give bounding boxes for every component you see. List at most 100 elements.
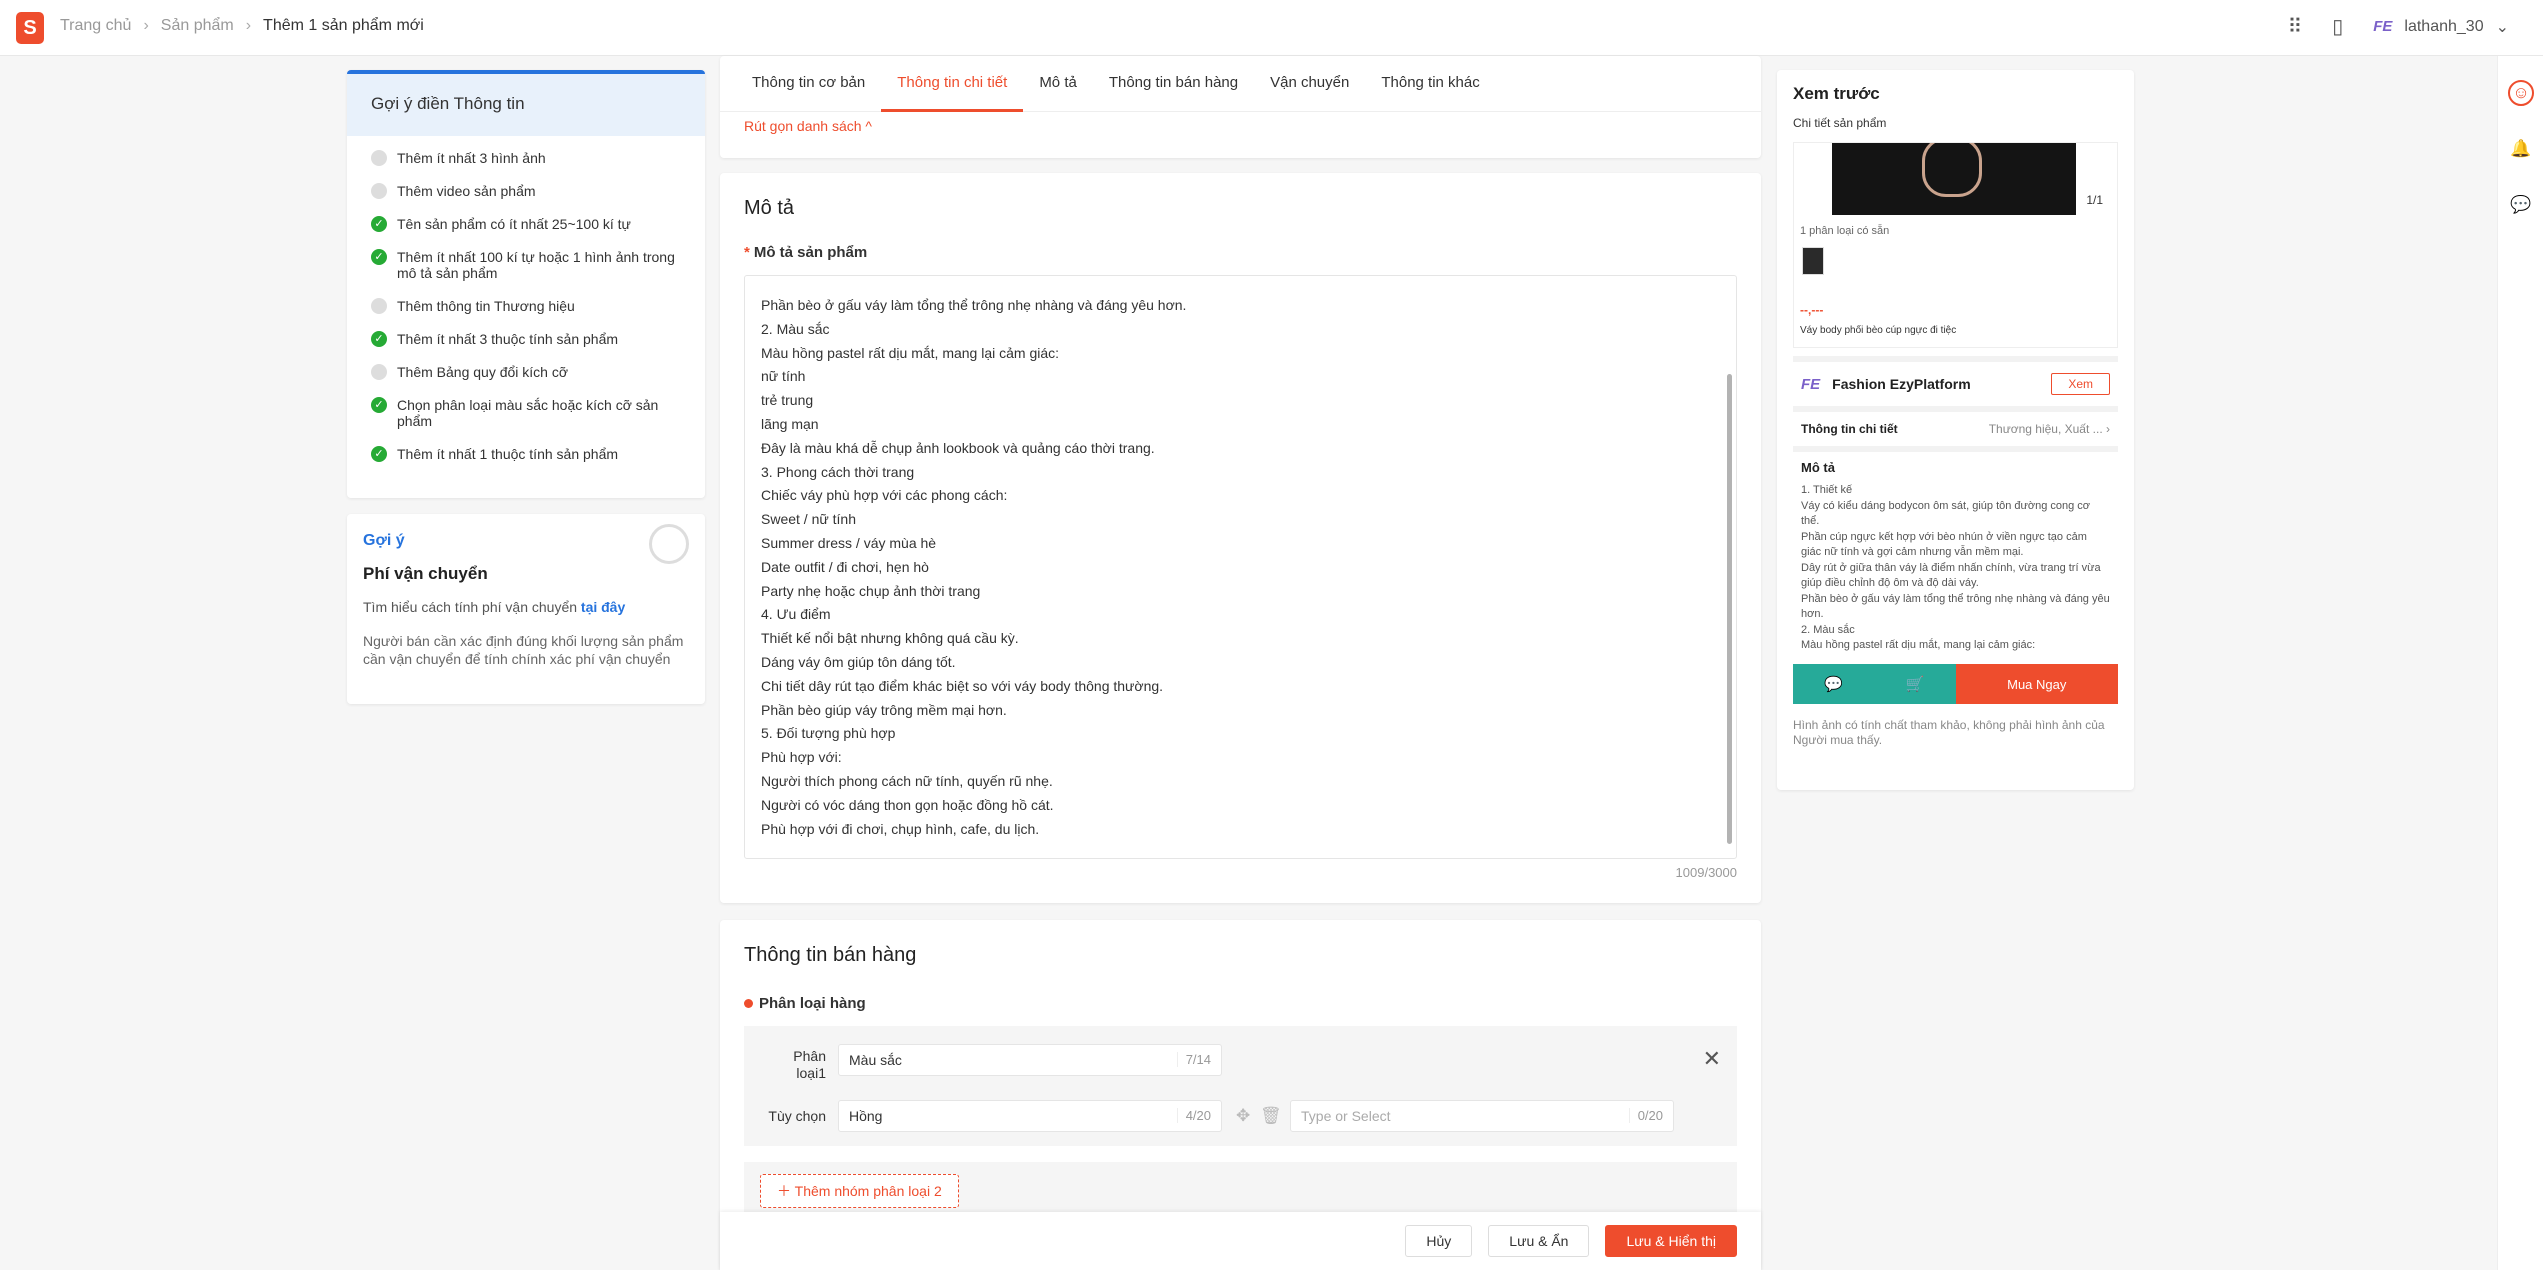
add-group-label: Thêm nhóm phân loại 2 bbox=[794, 1183, 942, 1199]
tab-0[interactable]: Thông tin cơ bản bbox=[736, 56, 881, 112]
preview-desc-line: 1. Thiết kế bbox=[1801, 484, 1853, 496]
sales-title: Thông tin bán hàng bbox=[744, 944, 917, 966]
hint-item-label: Tên sản phẩm có ít nhất 25~100 kí tự bbox=[397, 216, 631, 232]
description-title: Mô tả bbox=[744, 197, 795, 219]
description-line: Phù hợp với đi chơi, chụp hình, cafe, du… bbox=[761, 820, 1040, 837]
collapse-list-link[interactable]: Rút gọn danh sách ^ bbox=[720, 112, 1761, 140]
shop-name: Fashion EzyPlatform bbox=[1832, 376, 1971, 392]
save-hide-button[interactable]: Lưu & Ẩn bbox=[1488, 1225, 1590, 1257]
product-image bbox=[1832, 143, 2076, 215]
tab-bar: Thông tin cơ bản Thông tin chi tiết Mô tả T… bbox=[720, 56, 1761, 112]
breadcrumb-products[interactable]: Sản phẩm bbox=[161, 17, 234, 35]
option-label: Tùy chọn bbox=[768, 1108, 826, 1124]
description-line: Dáng váy ôm giúp tôn dáng tốt. bbox=[761, 653, 956, 670]
shop-logo: FE bbox=[1801, 375, 1821, 393]
variation-label-text: Phân loại hàng bbox=[759, 995, 866, 1012]
add-variation-group-button[interactable]: ＋ Thêm nhóm phân loại 2 bbox=[760, 1174, 959, 1208]
breadcrumb-current: Thêm 1 sản phẩm mới bbox=[263, 17, 424, 34]
fill-hints-panel: Gợi ý điền Thông tin Thêm ít nhất 3 hình… bbox=[347, 70, 705, 498]
hint-item: Thêm Bảng quy đổi kích cỡ bbox=[371, 364, 681, 380]
description-line: Summer dress / váy mùa hè bbox=[761, 534, 937, 551]
check-circle-icon: ✓ bbox=[371, 249, 387, 265]
check-circle-icon: ✓ bbox=[371, 446, 387, 462]
description-line: Đây là màu khá dễ chụp ảnh lookbook và q… bbox=[761, 439, 1155, 456]
tab-1[interactable]: Thông tin chi tiết bbox=[881, 56, 1024, 112]
hint-item: Thêm ít nhất 3 hình ảnh bbox=[371, 150, 681, 166]
group1-name-input[interactable]: Màu sắc 7/14 bbox=[838, 1044, 1222, 1076]
chat-icon[interactable]: 💬 bbox=[1793, 664, 1875, 704]
scrollbar[interactable] bbox=[1727, 374, 1732, 844]
option1-count: 4/20 bbox=[1176, 1108, 1211, 1123]
empty-circle-icon bbox=[371, 150, 387, 166]
avatar-icon[interactable]: ☺ bbox=[2508, 80, 2534, 106]
description-line: Date outfit / đi chơi, hẹn hò bbox=[761, 558, 929, 575]
option-placeholder: Type or Select bbox=[1301, 1108, 1391, 1124]
empty-circle-icon bbox=[371, 364, 387, 380]
detail-info-row[interactable]: Thông tin chi tiết Thương hiệu, Xuất ...… bbox=[1793, 412, 2118, 452]
description-line: Phù hợp với: bbox=[761, 749, 842, 766]
variation-label: Phân loại hàng bbox=[744, 995, 1737, 1012]
description-label-text: Mô tả sản phẩm bbox=[753, 244, 868, 261]
trash-icon[interactable]: 🗑 bbox=[1260, 1106, 1282, 1126]
option-new-count: 0/20 bbox=[1628, 1108, 1663, 1123]
drag-handle-icon[interactable]: ✥ bbox=[1236, 1106, 1250, 1126]
description-line: Phần bèo ở gấu váy làm tổng thể trông nh… bbox=[761, 297, 1187, 313]
close-icon[interactable]: ✕ bbox=[1703, 1046, 1721, 1072]
required-dot-icon bbox=[744, 999, 753, 1008]
buy-now-button[interactable]: Mua Ngay bbox=[1955, 664, 2118, 704]
preview-desc-title: Mô tả bbox=[1801, 460, 1835, 475]
book-icon[interactable]: ▯ bbox=[2332, 14, 2343, 39]
check-circle-icon: ✓ bbox=[371, 331, 387, 347]
description-line: Màu hồng pastel rất dịu mắt, mang lại cả… bbox=[761, 344, 1060, 361]
save-show-button[interactable]: Lưu & Hiển thị bbox=[1605, 1225, 1737, 1257]
tip-link[interactable]: tại đây bbox=[581, 599, 625, 615]
preview-subtitle: Chi tiết sản phẩm bbox=[1793, 116, 1887, 130]
variation-group-1: Phân loại1 Màu sắc 7/14 ✕ Tùy chọn Hồng … bbox=[744, 1026, 1737, 1146]
detail-value: Thương hiệu, Xuất ... › bbox=[1989, 422, 2110, 436]
required-mark: * bbox=[744, 244, 750, 261]
description-line: Người có vóc dáng thon gọn hoặc đồng hồ … bbox=[761, 796, 1054, 813]
preview-description: Mô tả 1. Thiết kế Váy có kiểu dáng bodyco… bbox=[1793, 452, 2118, 664]
chevron-right-icon: › bbox=[245, 17, 252, 34]
apps-grid-icon[interactable]: ⠿ bbox=[2288, 14, 2303, 39]
tab-2[interactable]: Mô tả bbox=[1023, 56, 1093, 112]
hint-item-label: Thêm video sản phẩm bbox=[397, 183, 536, 199]
tab-4[interactable]: Vận chuyển bbox=[1254, 56, 1365, 112]
preview-desc-line: Váy có kiểu dáng bodycon ôm sát, giúp tô… bbox=[1801, 499, 2091, 528]
breadcrumb: Trang chủ › Sản phẩm › Thêm 1 sản phẩm m… bbox=[60, 17, 424, 35]
tab-5[interactable]: Thông tin khác bbox=[1365, 56, 1495, 112]
tip-title: Gợi ý bbox=[363, 532, 405, 549]
hint-item-label: Chọn phân loại màu sắc hoặc kích cỡ sản … bbox=[397, 397, 659, 429]
shop-logo-icon[interactable]: S bbox=[16, 12, 44, 44]
chevron-right-icon: › bbox=[143, 17, 149, 34]
cart-icon[interactable]: 🛒 bbox=[1874, 664, 1956, 704]
breadcrumb-home[interactable]: Trang chủ bbox=[60, 17, 131, 35]
tip-subtitle: Phí vận chuyển bbox=[363, 564, 488, 583]
cancel-button[interactable]: Hủy bbox=[1405, 1225, 1473, 1257]
tip-text-body: Tìm hiểu cách tính phí vận chuyển bbox=[363, 599, 578, 615]
description-textarea[interactable]: Phần bèo ở gấu váy làm tổng thể trông nh… bbox=[744, 275, 1737, 859]
shipping-tip-panel: Gợi ý Phí vận chuyển Tìm hiểu cách tính … bbox=[347, 514, 705, 704]
description-line: trẻ trung bbox=[761, 392, 814, 409]
option-new-input[interactable]: Type or Select 0/20 bbox=[1290, 1100, 1674, 1132]
hint-item-label: Thêm ít nhất 1 thuộc tính sản phẩm bbox=[397, 446, 619, 462]
action-footer: Hủy Lưu & Ẩn Lưu & Hiển thị bbox=[720, 1212, 1761, 1270]
description-line: 4. Ưu điểm bbox=[761, 606, 831, 623]
description-line: Chi tiết dây rút tạo điểm khác biệt so v… bbox=[761, 677, 1164, 694]
hints-title: Gợi ý điền Thông tin bbox=[347, 74, 705, 136]
preview-desc-line: Phần bèo ở gấu váy làm tổng thể trông nh… bbox=[1801, 592, 2110, 621]
view-shop-button[interactable]: Xem bbox=[2051, 373, 2110, 395]
hints-list: Thêm ít nhất 3 hình ảnh Thêm video sản ph… bbox=[347, 136, 705, 493]
option1-input[interactable]: Hồng 4/20 bbox=[838, 1100, 1222, 1132]
top-bar: S Trang chủ › Sản phẩm › Thêm 1 sản phẩm… bbox=[0, 0, 2543, 56]
chevron-down-icon: ⌄ bbox=[2495, 18, 2509, 36]
tab-3[interactable]: Thông tin bán hàng bbox=[1093, 56, 1254, 112]
username: lathanh_30 bbox=[2404, 17, 2484, 35]
chat-bubble-icon[interactable]: 💬 bbox=[2508, 192, 2534, 218]
preview-panel: Xem trước Chi tiết sản phẩm 1/1 1 phân l… bbox=[1777, 70, 2134, 790]
bell-icon[interactable]: 🔔 bbox=[2508, 136, 2534, 162]
description-line: Chiếc váy phù hợp với các phong cách: bbox=[761, 487, 1008, 504]
hint-item-label: Thêm Bảng quy đổi kích cỡ bbox=[397, 364, 569, 380]
user-menu[interactable]: FE lathanh_30 ⌄ bbox=[2373, 17, 2509, 37]
detail-label: Thông tin chi tiết bbox=[1801, 422, 1898, 436]
